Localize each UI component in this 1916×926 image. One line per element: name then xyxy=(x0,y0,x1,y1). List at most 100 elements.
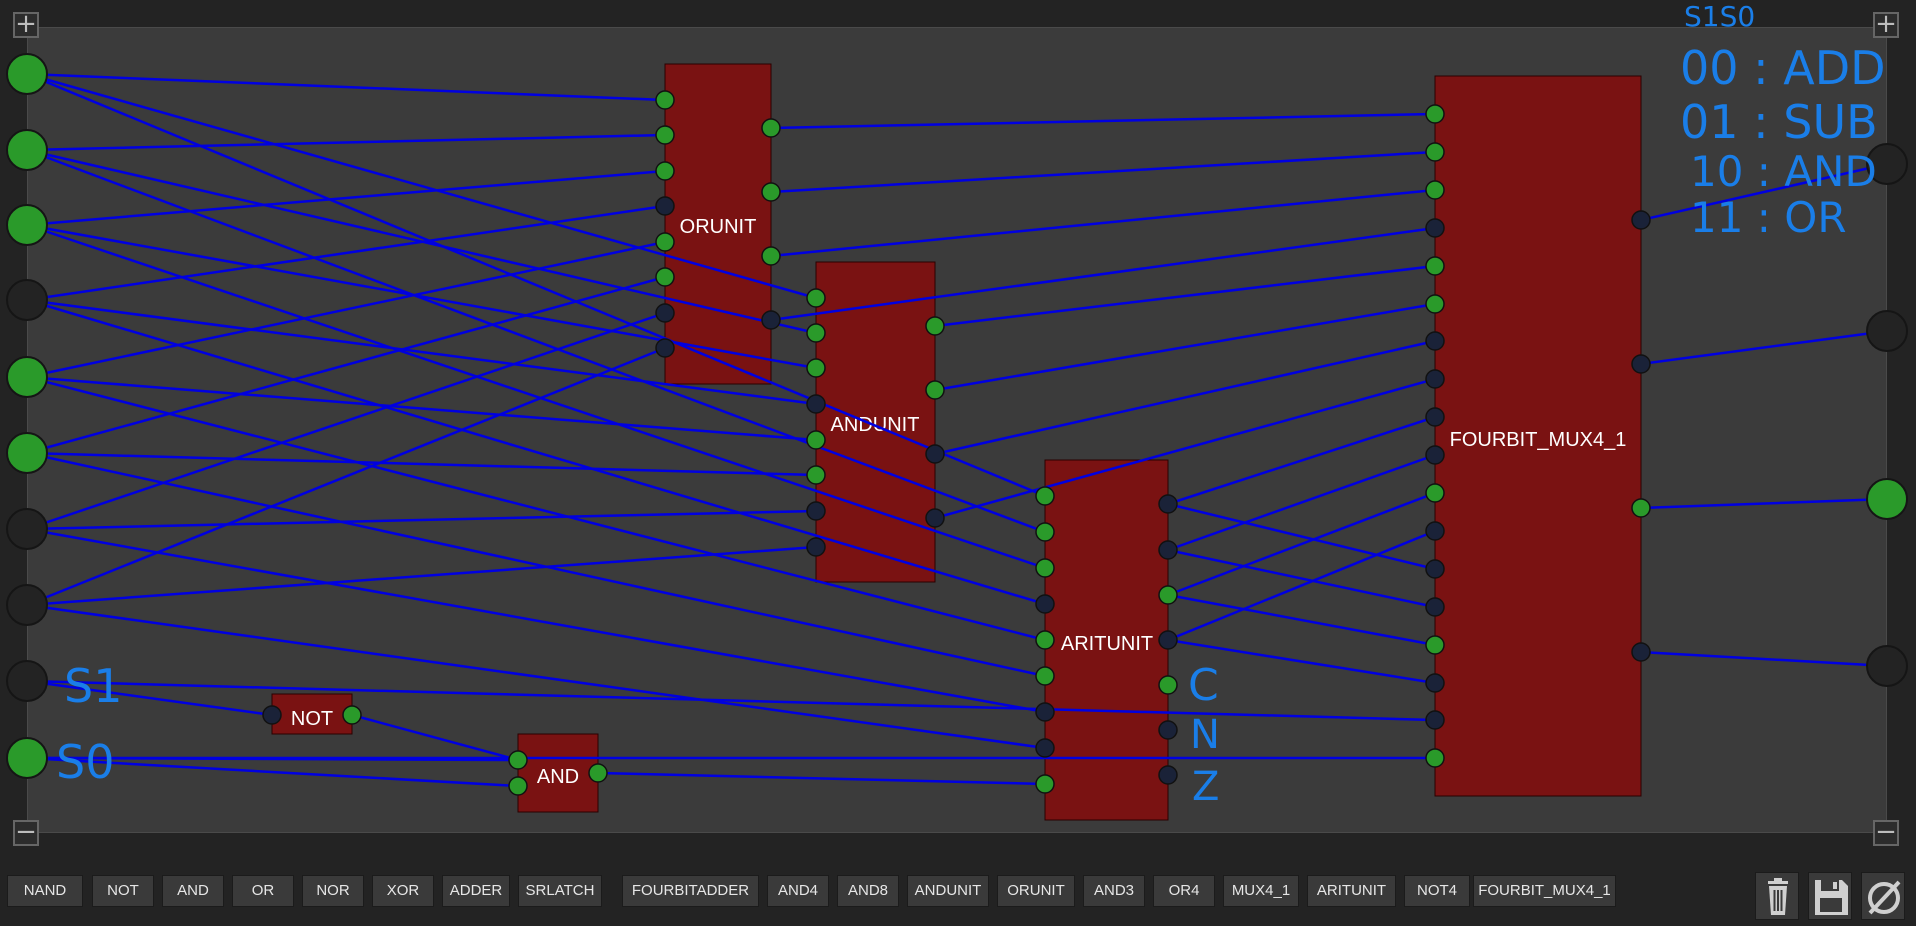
clear-button[interactable] xyxy=(1861,872,1905,920)
aritunit-input-pin[interactable] xyxy=(1035,558,1055,578)
orunit-input-pin[interactable] xyxy=(655,338,675,358)
orunit-input-pin[interactable] xyxy=(655,196,675,216)
chip-button-and[interactable]: AND xyxy=(162,875,224,907)
aritunit-input-pin[interactable] xyxy=(1035,522,1055,542)
not-output-pin[interactable] xyxy=(342,705,362,725)
orunit-output-pin[interactable] xyxy=(761,118,781,138)
chip-button-or[interactable]: OR xyxy=(232,875,294,907)
zoom-in-top-right-button[interactable]: + xyxy=(1873,11,1899,38)
orunit-input-pin[interactable] xyxy=(655,125,675,145)
orunit-output-pin[interactable] xyxy=(761,310,781,330)
board-input-toggle[interactable] xyxy=(6,279,48,321)
board-input-toggle[interactable] xyxy=(6,53,48,95)
zoom-out-bottom-right-button[interactable]: − xyxy=(1873,819,1899,846)
andunit-input-pin[interactable] xyxy=(806,537,826,557)
chip-not[interactable]: NOT xyxy=(271,693,353,735)
mux-input-pin[interactable] xyxy=(1425,104,1445,124)
mux-input-pin[interactable] xyxy=(1425,256,1445,276)
mux-output-pin[interactable] xyxy=(1631,210,1651,230)
chip-andunit[interactable]: ANDUNIT xyxy=(815,261,936,583)
chip-button-fourbitadder[interactable]: FOURBITADDER xyxy=(622,875,759,907)
and-input-pin[interactable] xyxy=(508,776,528,796)
board-input-toggle[interactable] xyxy=(6,129,48,171)
not-input-pin[interactable] xyxy=(262,705,282,725)
aritunit-flag-pin[interactable] xyxy=(1158,675,1178,695)
chip-aritunit[interactable]: ARITUNIT xyxy=(1044,459,1169,821)
aritunit-output-pin[interactable] xyxy=(1158,540,1178,560)
chip-button-srlatch[interactable]: SRLATCH xyxy=(518,875,602,907)
orunit-output-pin[interactable] xyxy=(761,182,781,202)
chip-button-andunit[interactable]: ANDUNIT xyxy=(907,875,989,907)
aritunit-output-pin[interactable] xyxy=(1158,494,1178,514)
mux-input-pin[interactable] xyxy=(1425,445,1445,465)
chip-button-orunit[interactable]: ORUNIT xyxy=(997,875,1075,907)
aritunit-input-pin[interactable] xyxy=(1035,666,1055,686)
mux-input-pin[interactable] xyxy=(1425,407,1445,427)
andunit-input-pin[interactable] xyxy=(806,501,826,521)
andunit-input-pin[interactable] xyxy=(806,465,826,485)
zoom-out-bottom-left-button[interactable]: − xyxy=(13,819,39,846)
mux-input-pin[interactable] xyxy=(1425,673,1445,693)
circuit-canvas[interactable]: ORUNIT ANDUNIT ARITUNIT FOURBIT_MUX4_1 N… xyxy=(0,0,1916,860)
mux-input-pin[interactable] xyxy=(1425,597,1445,617)
andunit-input-pin[interactable] xyxy=(806,358,826,378)
board-input-toggle[interactable] xyxy=(6,660,48,702)
and-output-pin[interactable] xyxy=(588,763,608,783)
andunit-output-pin[interactable] xyxy=(925,508,945,528)
andunit-input-pin[interactable] xyxy=(806,323,826,343)
andunit-input-pin[interactable] xyxy=(806,430,826,450)
aritunit-input-pin[interactable] xyxy=(1035,630,1055,650)
chip-and[interactable]: AND xyxy=(517,733,599,813)
chip-button-and4[interactable]: AND4 xyxy=(767,875,829,907)
delete-button[interactable] xyxy=(1755,872,1799,920)
mux-input-pin[interactable] xyxy=(1425,635,1445,655)
aritunit-input-pin[interactable] xyxy=(1035,594,1055,614)
chip-button-and3[interactable]: AND3 xyxy=(1083,875,1145,907)
mux-input-pin[interactable] xyxy=(1425,180,1445,200)
mux-input-pin[interactable] xyxy=(1425,521,1445,541)
mux-input-pin[interactable] xyxy=(1425,294,1445,314)
chip-button-mux4-1[interactable]: MUX4_1 xyxy=(1223,875,1299,907)
board-input-toggle[interactable] xyxy=(6,432,48,474)
orunit-input-pin[interactable] xyxy=(655,267,675,287)
chip-button-not[interactable]: NOT xyxy=(92,875,154,907)
mux-input-pin[interactable] xyxy=(1425,748,1445,768)
chip-button-fourbit-mux4-1[interactable]: FOURBIT_MUX4_1 xyxy=(1473,875,1616,907)
aritunit-flag-pin[interactable] xyxy=(1158,720,1178,740)
chip-button-aritunit[interactable]: ARITUNIT xyxy=(1307,875,1396,907)
and-input-pin[interactable] xyxy=(508,750,528,770)
orunit-input-pin[interactable] xyxy=(655,161,675,181)
chip-button-xor[interactable]: XOR xyxy=(372,875,434,907)
aritunit-input-pin[interactable] xyxy=(1035,702,1055,722)
aritunit-input-pin[interactable] xyxy=(1035,738,1055,758)
andunit-output-pin[interactable] xyxy=(925,444,945,464)
zoom-in-top-left-button[interactable]: + xyxy=(13,11,39,38)
mux-input-pin[interactable] xyxy=(1425,218,1445,238)
board-input-toggle[interactable] xyxy=(6,508,48,550)
board-input-toggle[interactable] xyxy=(6,204,48,246)
orunit-input-pin[interactable] xyxy=(655,90,675,110)
mux-input-pin[interactable] xyxy=(1425,483,1445,503)
andunit-input-pin[interactable] xyxy=(806,288,826,308)
mux-output-pin[interactable] xyxy=(1631,354,1651,374)
andunit-output-pin[interactable] xyxy=(925,380,945,400)
chip-button-adder[interactable]: ADDER xyxy=(442,875,510,907)
chip-fourbit-mux4-1[interactable]: FOURBIT_MUX4_1 xyxy=(1434,75,1642,797)
mux-input-pin[interactable] xyxy=(1425,331,1445,351)
mux-output-pin[interactable] xyxy=(1631,498,1651,518)
andunit-output-pin[interactable] xyxy=(925,316,945,336)
mux-input-pin[interactable] xyxy=(1425,142,1445,162)
aritunit-flag-pin[interactable] xyxy=(1158,765,1178,785)
aritunit-input-pin[interactable] xyxy=(1035,774,1055,794)
chip-button-not4[interactable]: NOT4 xyxy=(1404,875,1470,907)
board-input-toggle[interactable] xyxy=(6,737,48,779)
chip-button-nor[interactable]: NOR xyxy=(302,875,364,907)
andunit-input-pin[interactable] xyxy=(806,394,826,414)
orunit-output-pin[interactable] xyxy=(761,246,781,266)
save-button[interactable] xyxy=(1808,872,1852,920)
mux-input-pin[interactable] xyxy=(1425,369,1445,389)
mux-input-pin[interactable] xyxy=(1425,710,1445,730)
mux-output-pin[interactable] xyxy=(1631,642,1651,662)
orunit-input-pin[interactable] xyxy=(655,303,675,323)
mux-input-pin[interactable] xyxy=(1425,559,1445,579)
